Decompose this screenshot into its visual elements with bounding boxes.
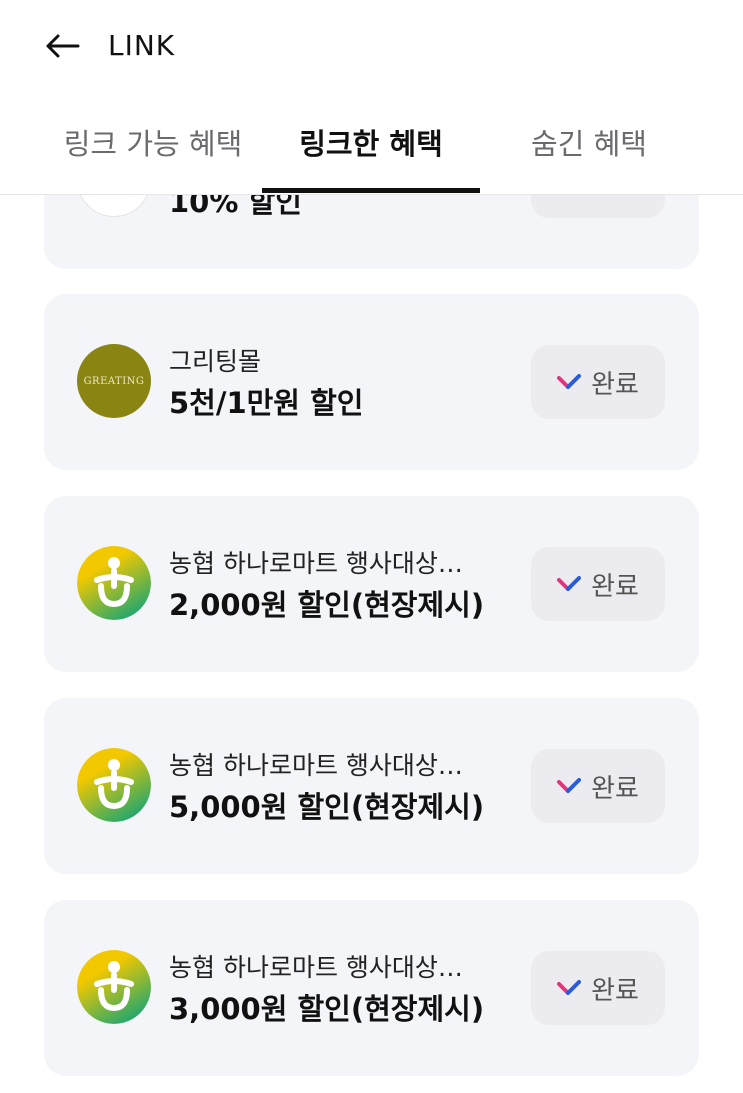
status-button[interactable] (531, 195, 665, 218)
store-name: 농협 하나로마트 행사대상… (169, 751, 463, 780)
done-button[interactable]: 완료 (531, 951, 665, 1025)
benefit-text: 5천/1만원 할인 (169, 386, 364, 420)
tab-linkable-benefits[interactable]: 링크 가능 혜택 (44, 92, 262, 192)
greating-logo: GREATING (77, 344, 151, 418)
benefit-text: 2,000원 할인(현장제시) (169, 588, 485, 622)
tab-hidden-benefits[interactable]: 숨긴 혜택 (480, 92, 698, 192)
tab-linked-benefits[interactable]: 링크한 혜택 (262, 92, 480, 192)
benefit-card[interactable]: 농협 하나로마트 행사대상… 2,000원 할인(현장제시) 완료 (44, 496, 699, 672)
store-name: 농협 하나로마트 행사대상… (169, 953, 463, 982)
app-header: LINK (0, 0, 743, 92)
tab-bar: 링크 가능 혜택 링크한 혜택 숨긴 혜택 (0, 92, 743, 195)
benefit-list[interactable]: 10% 할인 GREATING 그리팅몰 5천/1만원 할인 완료 농협 하나로… (0, 195, 743, 1093)
back-button[interactable] (44, 28, 84, 64)
check-icon (557, 778, 582, 793)
benefit-card[interactable]: GREATING 그리팅몰 5천/1만원 할인 완료 (44, 294, 699, 470)
nh-logo (77, 546, 151, 620)
done-label: 완료 (591, 975, 639, 1006)
done-button[interactable]: 완료 (531, 749, 665, 823)
store-name: 그리팅몰 (169, 347, 262, 376)
benefit-text: 5,000원 할인(현장제시) (169, 790, 485, 824)
nh-logo (77, 748, 151, 822)
benefit-text: 10% 할인 (169, 195, 302, 219)
benefit-card[interactable]: 농협 하나로마트 행사대상… 3,000원 할인(현장제시) 완료 (44, 900, 699, 1076)
done-label: 완료 (591, 773, 639, 804)
check-icon (557, 980, 582, 995)
nh-logo (77, 950, 151, 1024)
benefit-text: 3,000원 할인(현장제시) (169, 992, 485, 1026)
arrow-left-icon (46, 34, 80, 58)
check-icon (557, 374, 582, 389)
white-logo (77, 195, 151, 217)
active-tab-indicator (262, 188, 480, 193)
benefit-card[interactable]: 농협 하나로마트 행사대상… 5,000원 할인(현장제시) 완료 (44, 698, 699, 874)
check-icon (557, 576, 582, 591)
benefit-card[interactable]: 10% 할인 (44, 195, 699, 269)
done-label: 완료 (591, 369, 639, 400)
page-title: LINK (108, 29, 176, 62)
done-label: 완료 (591, 571, 639, 602)
store-name: 농협 하나로마트 행사대상… (169, 549, 463, 578)
done-button[interactable]: 완료 (531, 345, 665, 419)
done-button[interactable]: 완료 (531, 547, 665, 621)
